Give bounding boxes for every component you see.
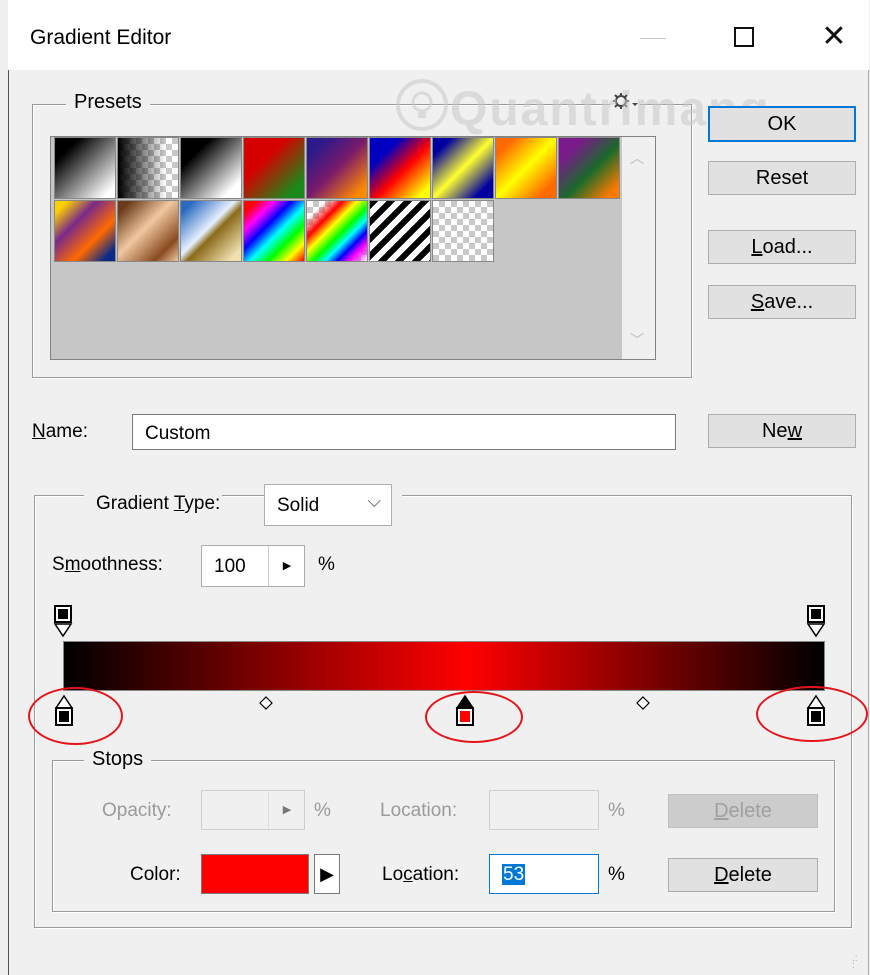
- gradient-group-line-mask: [392, 490, 402, 502]
- preset-swatch[interactable]: [432, 200, 494, 262]
- color-location-input[interactable]: 53: [489, 854, 599, 894]
- midpoint-diamond-left[interactable]: [259, 694, 273, 716]
- opacity-location-label: Location:: [380, 800, 458, 821]
- color-location-value: 53: [502, 864, 526, 885]
- color-picker-arrow-button[interactable]: ▶: [314, 854, 340, 894]
- opacity-location-input: [489, 790, 599, 830]
- presets-menu-gear-icon[interactable]: [610, 90, 640, 112]
- name-input-value: Custom: [145, 423, 211, 444]
- midpoint-diamond-right[interactable]: [636, 694, 650, 716]
- preset-swatch[interactable]: [306, 137, 368, 199]
- maximize-button[interactable]: [734, 27, 754, 47]
- name-input[interactable]: Custom: [132, 414, 676, 450]
- window-title: Gradient Editor: [30, 26, 172, 49]
- ok-button[interactable]: OK: [708, 106, 856, 142]
- gradient-type-label: Gradient Type:: [84, 483, 223, 523]
- new-button[interactable]: New: [708, 414, 856, 448]
- gradient-preview-bar[interactable]: [63, 641, 825, 691]
- annotation-circle: [756, 686, 868, 742]
- color-location-percent: %: [608, 864, 625, 885]
- smoothness-dropdown-arrow[interactable]: ▶: [268, 546, 305, 586]
- preset-swatch[interactable]: [369, 137, 431, 199]
- minimize-button[interactable]: [640, 38, 666, 39]
- new-button-mnemonic: w: [787, 420, 803, 442]
- opacity-percent: %: [314, 800, 331, 821]
- preset-swatch[interactable]: [54, 137, 116, 199]
- opacity-dropdown-arrow: ▶: [268, 791, 305, 829]
- preset-swatch[interactable]: [243, 137, 305, 199]
- preset-swatch[interactable]: [54, 200, 116, 262]
- opacity-stop-right[interactable]: [806, 604, 826, 640]
- name-label: Name:: [32, 421, 88, 442]
- smoothness-value: 100: [214, 556, 246, 577]
- color-swatch[interactable]: [201, 854, 309, 894]
- preset-swatch[interactable]: [243, 200, 305, 262]
- preset-swatch[interactable]: [558, 137, 620, 199]
- smoothness-input[interactable]: 100 ▶: [201, 545, 305, 587]
- preset-swatch[interactable]: [495, 137, 557, 199]
- opacity-input: ▶: [201, 790, 305, 830]
- smoothness-percent: %: [318, 554, 335, 575]
- presets-label: Presets: [66, 91, 150, 114]
- annotation-circle: [28, 687, 123, 745]
- preset-swatch[interactable]: [117, 137, 179, 199]
- opacity-label: Opacity:: [102, 800, 172, 821]
- load-button-label: oad...: [762, 236, 813, 258]
- opacity-delete-button: Delete: [668, 794, 818, 828]
- gradient-type-value: Solid: [277, 495, 320, 516]
- scroll-down-icon[interactable]: ﹀: [630, 330, 644, 350]
- preset-swatch[interactable]: [180, 137, 242, 199]
- chevron-down-icon: ⌵: [367, 491, 381, 511]
- preset-swatch[interactable]: [306, 200, 368, 262]
- scroll-up-icon[interactable]: ︿: [630, 148, 644, 168]
- stops-label: Stops: [84, 748, 152, 771]
- presets-scrollbar[interactable]: [622, 137, 655, 359]
- resize-grip-icon[interactable]: .::: [852, 954, 866, 971]
- opacity-stop-left[interactable]: [53, 604, 73, 640]
- close-button[interactable]: ✕: [819, 20, 849, 54]
- reset-button[interactable]: Reset: [708, 161, 856, 195]
- preset-swatch[interactable]: [180, 200, 242, 262]
- smoothness-label: Smoothness:: [52, 554, 163, 575]
- preset-swatch[interactable]: [432, 137, 494, 199]
- color-label: Color:: [130, 864, 181, 885]
- save-button[interactable]: Save...: [708, 285, 856, 319]
- new-button-label: Ne: [761, 420, 788, 442]
- save-button-label: ave...: [764, 291, 814, 313]
- annotation-circle: [425, 691, 523, 743]
- color-delete-button[interactable]: Delete: [668, 858, 818, 892]
- preset-swatch[interactable]: [369, 200, 431, 262]
- load-button[interactable]: Load...: [708, 230, 856, 264]
- save-button-mnemonic: S: [750, 291, 765, 313]
- opacity-location-percent: %: [608, 800, 625, 821]
- gradient-type-select[interactable]: Solid ⌵: [264, 484, 392, 526]
- color-location-label: Location:: [382, 864, 460, 885]
- load-button-mnemonic: L: [751, 236, 763, 258]
- preset-swatch[interactable]: [117, 200, 179, 262]
